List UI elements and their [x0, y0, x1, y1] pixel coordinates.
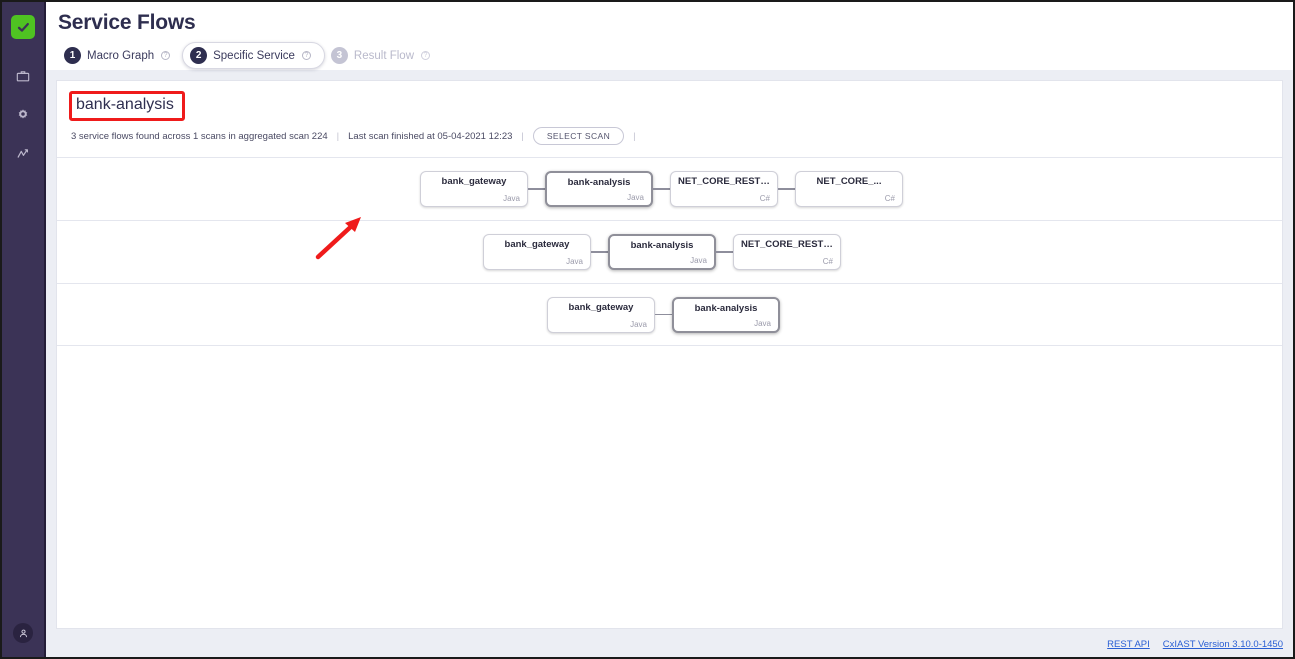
activity-chart-icon[interactable]	[12, 143, 34, 165]
flow-connector	[528, 188, 545, 190]
gear-icon[interactable]	[12, 104, 34, 126]
step-number: 1	[64, 47, 81, 64]
content-panel: bank-analysis 3 service flows found acro…	[56, 80, 1283, 629]
flow-connector	[653, 188, 670, 190]
last-scan-text: Last scan finished at 05-04-2021 12:23	[348, 130, 513, 142]
service-node-title: NET_CORE_REST_...	[678, 176, 770, 187]
rest-api-link[interactable]: REST API	[1107, 639, 1150, 650]
service-node[interactable]: bank-analysis Java	[545, 171, 653, 207]
service-node[interactable]: bank_gateway Java	[420, 171, 528, 207]
service-node-language: C#	[822, 257, 833, 266]
sidebar-footer	[2, 623, 44, 643]
service-node-title: NET_CORE_...	[816, 176, 882, 187]
flow-connector	[716, 251, 733, 253]
flow-connector	[591, 251, 608, 253]
service-node-language: Java	[754, 318, 771, 328]
left-sidebar	[2, 2, 46, 657]
service-node-title: NET_CORE_REST_...	[741, 239, 833, 250]
page-footer: REST API CxIAST Version 3.10.0-1450	[46, 633, 1283, 655]
page-title: Service Flows	[58, 11, 196, 34]
service-node-title: bank-analysis	[630, 240, 694, 251]
step-label: Macro Graph	[87, 49, 155, 62]
sidebar-nav	[12, 65, 34, 165]
flow-connector	[778, 188, 795, 190]
step-specific-service[interactable]: 2 Specific Service ?	[182, 42, 325, 69]
flow-row: bank_gateway Java bank-analysis Java	[57, 283, 1282, 346]
step-macro-graph[interactable]: 1 Macro Graph ?	[58, 42, 182, 69]
service-node-title: bank-analysis	[694, 302, 758, 314]
service-node-title: bank_gateway	[504, 239, 570, 250]
service-node-language: Java	[503, 194, 520, 203]
service-node-language: Java	[690, 256, 707, 265]
service-name-highlight: bank-analysis	[69, 91, 185, 121]
service-node-language: C#	[884, 194, 895, 203]
user-avatar-icon[interactable]	[13, 623, 33, 643]
briefcase-icon[interactable]	[12, 65, 34, 87]
flow-connector	[655, 313, 672, 316]
service-node[interactable]: NET_CORE_REST_... C#	[733, 234, 841, 270]
service-name-container: bank-analysis	[57, 81, 185, 121]
service-node-language: C#	[759, 194, 770, 203]
service-node-language: Java	[627, 193, 644, 202]
meta-separator: |	[521, 130, 524, 142]
step-result-flow: 3 Result Flow ?	[325, 42, 442, 69]
help-icon[interactable]: ?	[301, 51, 311, 60]
flow-node-chain: bank_gateway Java bank-analysis Java	[547, 296, 780, 333]
flows-found-text: 3 service flows found across 1 scans in …	[71, 130, 328, 142]
step-label: Result Flow	[353, 49, 414, 62]
step-label: Specific Service	[213, 49, 295, 62]
flow-row: bank_gateway Java bank-analysis Java NET_COR…	[57, 157, 1282, 220]
select-scan-button[interactable]: SELECT SCAN	[532, 127, 625, 145]
flow-row: bank_gateway Java bank-analysis Java NET_COR…	[57, 220, 1282, 283]
meta-separator: |	[633, 130, 636, 142]
main-region: Service Flows 1 Macro Graph ? 2 Specific…	[46, 2, 1293, 657]
checkmarx-logo[interactable]	[11, 15, 35, 39]
service-node-title: bank-analysis	[567, 177, 631, 188]
flow-node-chain: bank_gateway Java bank-analysis Java NET_COR…	[420, 171, 903, 207]
service-node[interactable]: NET_CORE_REST_... C#	[670, 171, 778, 207]
app-window: Service Flows 1 Macro Graph ? 2 Specific…	[0, 0, 1295, 659]
version-link[interactable]: CxIAST Version 3.10.0-1450	[1163, 639, 1283, 650]
service-node-language: Java	[566, 257, 583, 266]
service-node[interactable]: bank-analysis Java	[608, 234, 716, 270]
flow-node-chain: bank_gateway Java bank-analysis Java NET_COR…	[483, 234, 841, 270]
service-node[interactable]: bank_gateway Java	[483, 234, 591, 270]
service-node[interactable]: bank_gateway Java	[547, 296, 655, 333]
step-number: 2	[190, 47, 208, 64]
meta-separator: |	[336, 130, 340, 142]
meta-info-bar: 3 service flows found across 1 scans in …	[57, 121, 1282, 145]
wizard-stepper: 1 Macro Graph ? 2 Specific Service ? 3 R…	[58, 42, 1293, 69]
service-flows-list: bank_gateway Java bank-analysis Java NET_COR…	[57, 157, 1282, 346]
step-number: 3	[330, 47, 348, 64]
service-node-title: bank_gateway	[441, 176, 507, 187]
service-node-language: Java	[630, 319, 647, 329]
help-icon[interactable]: ?	[161, 51, 171, 60]
service-node[interactable]: NET_CORE_... C#	[795, 171, 903, 207]
page-header: Service Flows 1 Macro Graph ? 2 Specific…	[46, 2, 1293, 70]
service-node[interactable]: bank-analysis Java	[672, 296, 780, 333]
help-icon[interactable]: ?	[421, 51, 430, 60]
service-node-title: bank_gateway	[568, 301, 634, 313]
